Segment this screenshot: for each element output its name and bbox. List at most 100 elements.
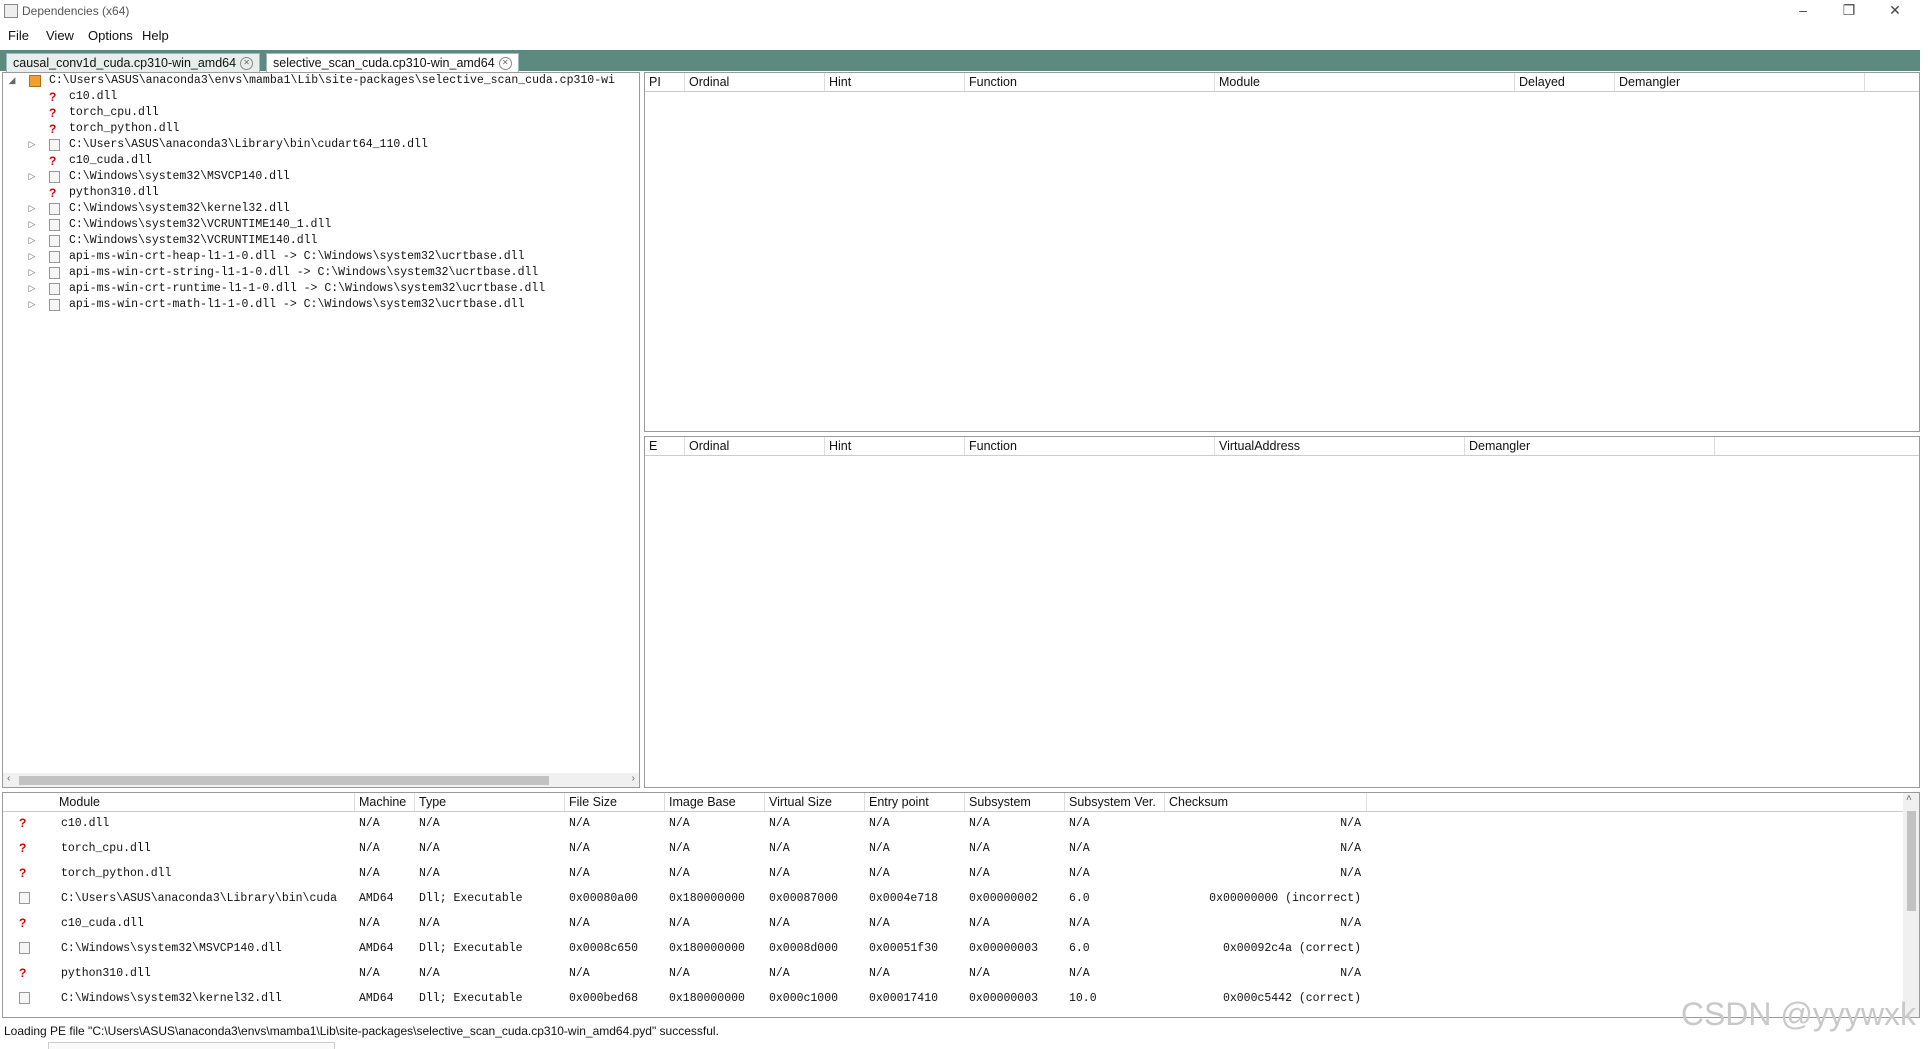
- close-tab-icon[interactable]: ✕: [498, 57, 512, 71]
- col-function[interactable]: Function: [965, 437, 1215, 455]
- col-ordinal[interactable]: Ordinal: [685, 73, 825, 91]
- expand-icon[interactable]: ▷: [27, 201, 37, 217]
- cell-type: N/A: [419, 967, 440, 980]
- table-row[interactable]: C:\Users\ASUS\anaconda3\Library\bin\cuda…: [3, 886, 1893, 911]
- cell-subsystem: N/A: [969, 917, 990, 930]
- col-type[interactable]: Type: [415, 793, 565, 811]
- missing-module-icon: ?: [19, 816, 27, 830]
- module-file-icon: [49, 139, 60, 151]
- col-subsystem[interactable]: Subsystem: [965, 793, 1065, 811]
- cell-type: N/A: [419, 842, 440, 855]
- tab-selective-scan[interactable]: selective_scan_cuda.cp310-win_amd64 ✕: [266, 53, 519, 72]
- cell-virtual-size: N/A: [769, 817, 790, 830]
- cell-virtual-size: 0x00087000: [769, 892, 839, 905]
- tree-item-label: c10_cuda.dll: [69, 154, 152, 167]
- modules-pane[interactable]: Module Machine Type File Size Image Base…: [2, 792, 1920, 1018]
- watermark: CSDN @yyywxk: [1680, 996, 1916, 1032]
- col-ordinal[interactable]: Ordinal: [685, 437, 825, 455]
- menu-view[interactable]: View: [46, 28, 74, 43]
- col-pi[interactable]: PI: [645, 73, 685, 91]
- tab-causal-conv1d[interactable]: causal_conv1d_cuda.cp310-win_amd64 ✕: [6, 53, 261, 72]
- cell-type: Dll; Executable: [419, 992, 523, 1005]
- cell-machine: N/A: [359, 817, 380, 830]
- collapse-icon[interactable]: ◢: [7, 73, 17, 89]
- close-button[interactable]: ✕: [1872, 0, 1918, 22]
- cell-subsystem-ver: N/A: [1069, 917, 1090, 930]
- scroll-up-icon[interactable]: ˄: [1906, 793, 1912, 804]
- col-machine[interactable]: Machine: [355, 793, 415, 811]
- cell-module: C:\Windows\system32\MSVCP140.dll: [61, 942, 282, 955]
- menu-file[interactable]: File: [8, 28, 29, 43]
- col-virtual-address[interactable]: VirtualAddress: [1215, 437, 1465, 455]
- col-e[interactable]: E: [645, 437, 685, 455]
- close-tab-icon[interactable]: ✕: [240, 57, 254, 71]
- restore-button[interactable]: ❐: [1826, 0, 1872, 22]
- cell-subsystem: N/A: [969, 817, 990, 830]
- pyd-module-icon: [29, 75, 41, 87]
- expand-icon[interactable]: ▷: [27, 233, 37, 249]
- col-function[interactable]: Function: [965, 73, 1215, 91]
- col-delayed[interactable]: Delayed: [1515, 73, 1615, 91]
- cell-subsystem: 0x00000003: [969, 992, 1039, 1005]
- minimize-button[interactable]: –: [1780, 0, 1826, 22]
- col-subsystem-ver[interactable]: Subsystem Ver.: [1065, 793, 1165, 811]
- expand-icon[interactable]: ▷: [27, 281, 37, 297]
- missing-module-icon: ?: [49, 90, 57, 104]
- col-hint[interactable]: Hint: [825, 73, 965, 91]
- cell-module: torch_cpu.dll: [61, 842, 151, 855]
- module-file-icon: [49, 219, 60, 231]
- col-module[interactable]: Module: [1215, 73, 1515, 91]
- scroll-thumb[interactable]: [19, 776, 549, 785]
- cell-subsystem: 0x00000002: [969, 892, 1039, 905]
- menu-options[interactable]: Options: [88, 28, 133, 43]
- tree-item-label: api-ms-win-crt-heap-l1-1-0.dll -> C:\Win…: [69, 250, 525, 263]
- col-checksum[interactable]: Checksum: [1165, 793, 1367, 811]
- scroll-left-icon[interactable]: ‹: [7, 773, 10, 784]
- module-file-icon: [49, 203, 60, 215]
- scroll-thumb[interactable]: [1907, 811, 1916, 911]
- menu-help[interactable]: Help: [142, 28, 169, 43]
- table-row[interactable]: C:\Windows\system32\kernel32.dll AMD64 Dll…: [3, 986, 1893, 1011]
- modules-vertical-scrollbar[interactable]: ˄: [1903, 793, 1919, 1017]
- col-module[interactable]: Module: [55, 793, 355, 811]
- cell-subsystem: N/A: [969, 842, 990, 855]
- expand-icon[interactable]: ▷: [27, 169, 37, 185]
- col-demangler[interactable]: Demangler: [1465, 437, 1715, 455]
- imports-pane[interactable]: PI Ordinal Hint Function Module Delayed …: [644, 72, 1920, 432]
- cell-subsystem-ver: N/A: [1069, 867, 1090, 880]
- cell-file-size: N/A: [569, 967, 590, 980]
- cell-machine: N/A: [359, 867, 380, 880]
- expand-icon[interactable]: ▷: [27, 249, 37, 265]
- cell-type: N/A: [419, 867, 440, 880]
- col-entry-point[interactable]: Entry point: [865, 793, 965, 811]
- table-row[interactable]: C:\Windows\system32\MSVCP140.dll AMD64 Dll…: [3, 936, 1893, 961]
- tree-horizontal-scrollbar[interactable]: ‹ ›: [3, 773, 639, 787]
- col-file-size[interactable]: File Size: [565, 793, 665, 811]
- cell-module: C:\Users\ASUS\anaconda3\Library\bin\cuda: [61, 892, 338, 905]
- imports-header: PI Ordinal Hint Function Module Delayed …: [645, 73, 1919, 92]
- col-image-base[interactable]: Image Base: [665, 793, 765, 811]
- table-row[interactable]: ? c10_cuda.dll N/A N/A N/A N/A N/A N/A N/A N/A N/A: [3, 911, 1893, 936]
- exports-pane[interactable]: E Ordinal Hint Function VirtualAddress D…: [644, 436, 1920, 788]
- dependency-tree-pane[interactable]: ◢ C:\Users\ASUS\anaconda3\envs\mamba1\Li…: [2, 72, 640, 788]
- expand-icon[interactable]: ▷: [27, 217, 37, 233]
- scroll-right-icon[interactable]: ›: [632, 773, 635, 784]
- table-row[interactable]: ? python310.dll N/A N/A N/A N/A N/A N/A N/A N/A N/…: [3, 961, 1893, 986]
- cell-entry-point: 0x00017410: [869, 992, 939, 1005]
- table-row[interactable]: ? torch_cpu.dll N/A N/A N/A N/A N/A N/A N/A N/A N/…: [3, 836, 1893, 861]
- table-row[interactable]: ? c10.dll N/A N/A N/A N/A N/A N/A N/A N/A N/A: [3, 811, 1893, 836]
- cell-file-size: N/A: [569, 817, 590, 830]
- col-hint[interactable]: Hint: [825, 437, 965, 455]
- cell-module: c10_cuda.dll: [61, 917, 144, 930]
- expand-icon[interactable]: ▷: [27, 265, 37, 281]
- col-virtual-size[interactable]: Virtual Size: [765, 793, 865, 811]
- cell-entry-point: N/A: [869, 967, 890, 980]
- cell-entry-point: N/A: [869, 842, 890, 855]
- module-file-icon: [19, 992, 30, 1004]
- cell-type: Dll; Executable: [419, 892, 523, 905]
- table-row[interactable]: ? torch_python.dll N/A N/A N/A N/A N/A N/A N/A N/…: [3, 861, 1893, 886]
- expand-icon[interactable]: ▷: [27, 297, 37, 313]
- expand-icon[interactable]: ▷: [27, 137, 37, 153]
- col-demangler[interactable]: Demangler: [1615, 73, 1865, 91]
- cell-file-size: N/A: [569, 917, 590, 930]
